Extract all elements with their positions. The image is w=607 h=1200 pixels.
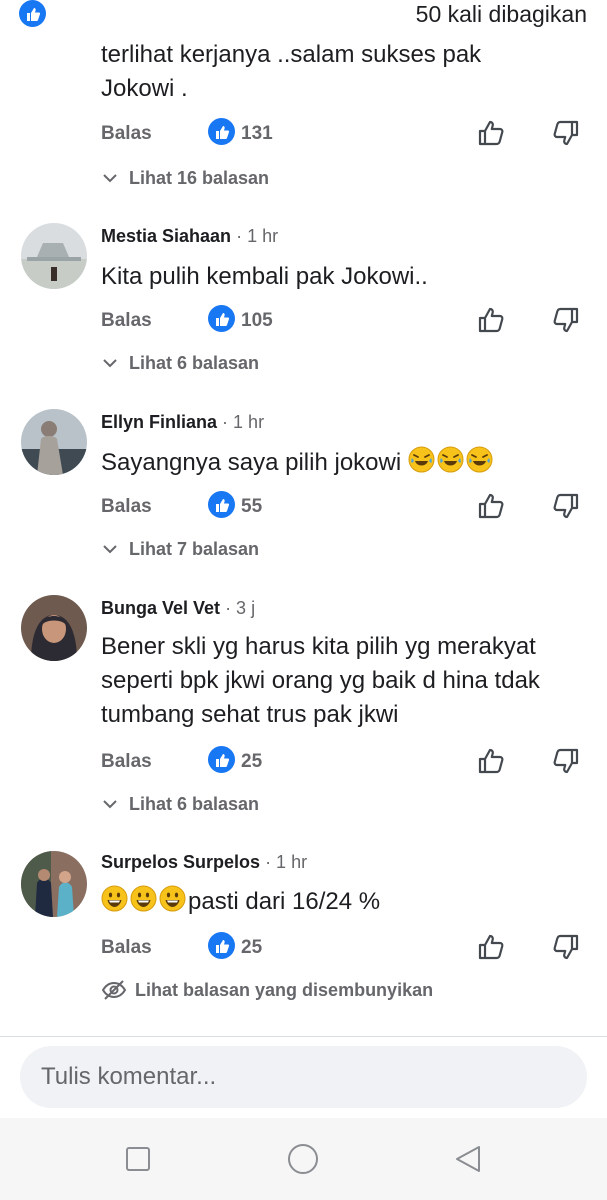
comment-actions: Balas 25: [101, 932, 587, 964]
chevron-down-icon: [103, 545, 117, 554]
like-count[interactable]: 131: [241, 120, 273, 148]
upvote-icon[interactable]: [476, 305, 506, 335]
comment-header: Ellyn Finliana · 1 hr: [101, 410, 264, 434]
home-icon[interactable]: [286, 1142, 320, 1176]
grinning-emoji: [159, 885, 186, 912]
comment-actions: Balas 131: [101, 118, 587, 150]
avatar[interactable]: [21, 851, 87, 917]
avatar[interactable]: [21, 409, 87, 475]
reply-button[interactable]: Balas: [101, 934, 152, 962]
upvote-icon[interactable]: [476, 932, 506, 962]
comment-header: Mestia Siahaan · 1 hr: [101, 224, 278, 248]
view-hidden-replies-link[interactable]: Lihat balasan yang disembunyikan: [101, 976, 433, 1004]
thumbs-up-icon: [208, 305, 235, 332]
thumbs-up-icon: [208, 746, 235, 773]
comment-text: Sayangnya saya pilih jokowi: [101, 446, 581, 480]
reply-button[interactable]: Balas: [101, 493, 152, 521]
like-count[interactable]: 105: [241, 307, 273, 335]
author-name[interactable]: Mestia Siahaan: [101, 226, 231, 246]
comment-header: Surpelos Surpelos · 1 hr: [101, 850, 307, 874]
like-count[interactable]: 25: [241, 934, 262, 962]
upvote-icon[interactable]: [476, 746, 506, 776]
rolling-laugh-emoji: [408, 446, 435, 473]
like-count[interactable]: 25: [241, 748, 262, 776]
comment-input[interactable]: [20, 1046, 587, 1108]
reply-button[interactable]: Balas: [101, 120, 152, 148]
chevron-down-icon: [103, 359, 117, 368]
reply-button[interactable]: Balas: [101, 748, 152, 776]
comment-text-content: Sayangnya saya pilih jokowi: [101, 449, 402, 476]
thumbs-up-icon: [208, 932, 235, 959]
downvote-icon[interactable]: [551, 746, 581, 776]
view-replies-label: Lihat 7 balasan: [129, 538, 260, 559]
comment-time: · 1 hr: [222, 412, 265, 432]
comment-time: · 1 hr: [236, 226, 279, 246]
rolling-laugh-emoji: [466, 446, 493, 473]
comment-text: Bener skli yg harus kita pilih yg meraky…: [101, 633, 540, 728]
view-replies-label: Lihat 6 balasan: [129, 793, 260, 814]
comment-time: · 1 hr: [265, 852, 308, 872]
comment-text-content: pasti dari 16/24 %: [188, 888, 381, 915]
comment-text: pasti dari 16/24 %: [101, 885, 581, 919]
view-replies-label: Lihat 16 balasan: [129, 167, 270, 188]
reply-button[interactable]: Balas: [101, 307, 152, 335]
thumbs-up-icon: [208, 118, 235, 145]
avatar[interactable]: [21, 223, 87, 289]
comment-time: · 3 j: [225, 598, 256, 618]
upvote-icon[interactable]: [476, 491, 506, 521]
view-hidden-replies-label: Lihat balasan yang disembunyikan: [135, 979, 434, 1000]
author-name[interactable]: Surpelos Surpelos: [101, 852, 260, 872]
thumbs-up-icon: [208, 491, 235, 518]
avatar[interactable]: [21, 595, 87, 661]
upvote-icon[interactable]: [476, 118, 506, 148]
downvote-icon[interactable]: [551, 305, 581, 335]
recent-apps-icon[interactable]: [121, 1142, 155, 1176]
view-replies-link[interactable]: Lihat 16 balasan: [101, 164, 269, 192]
downvote-icon[interactable]: [551, 932, 581, 962]
comment-text: Kita pulih kembali pak Jokowi..: [101, 263, 428, 290]
top-bar: 50 kali dibagikan: [0, 0, 607, 28]
view-replies-label: Lihat 6 balasan: [129, 352, 260, 373]
chevron-down-icon: [103, 800, 117, 809]
eye-slash-icon: [101, 980, 127, 1000]
author-name[interactable]: Bunga Vel Vet: [101, 598, 220, 618]
comment-header: Bunga Vel Vet · 3 j: [101, 596, 255, 620]
view-replies-link[interactable]: Lihat 6 balasan: [101, 349, 259, 377]
comment-actions: Balas 105: [101, 305, 587, 337]
thumbs-up-icon: [19, 0, 46, 27]
view-replies-link[interactable]: Lihat 6 balasan: [101, 790, 259, 818]
downvote-icon[interactable]: [551, 118, 581, 148]
view-replies-link[interactable]: Lihat 7 balasan: [101, 535, 259, 563]
rolling-laugh-emoji: [437, 446, 464, 473]
comment-text: terlihat kerjanya ..salam sukses pak Jok…: [101, 41, 482, 102]
downvote-icon[interactable]: [551, 491, 581, 521]
comment-actions: Balas 55: [101, 491, 587, 523]
chevron-down-icon: [103, 174, 117, 183]
system-navigation-bar: [0, 1118, 607, 1200]
author-name[interactable]: Ellyn Finliana: [101, 412, 217, 432]
comment-composer: [20, 1046, 587, 1108]
comment-actions: Balas 25: [101, 746, 587, 778]
like-count[interactable]: 55: [241, 493, 262, 521]
back-icon[interactable]: [451, 1142, 485, 1176]
grinning-emoji: [130, 885, 157, 912]
share-count[interactable]: 50 kali dibagikan: [416, 0, 587, 28]
grinning-emoji: [101, 885, 128, 912]
divider: [0, 1036, 607, 1037]
